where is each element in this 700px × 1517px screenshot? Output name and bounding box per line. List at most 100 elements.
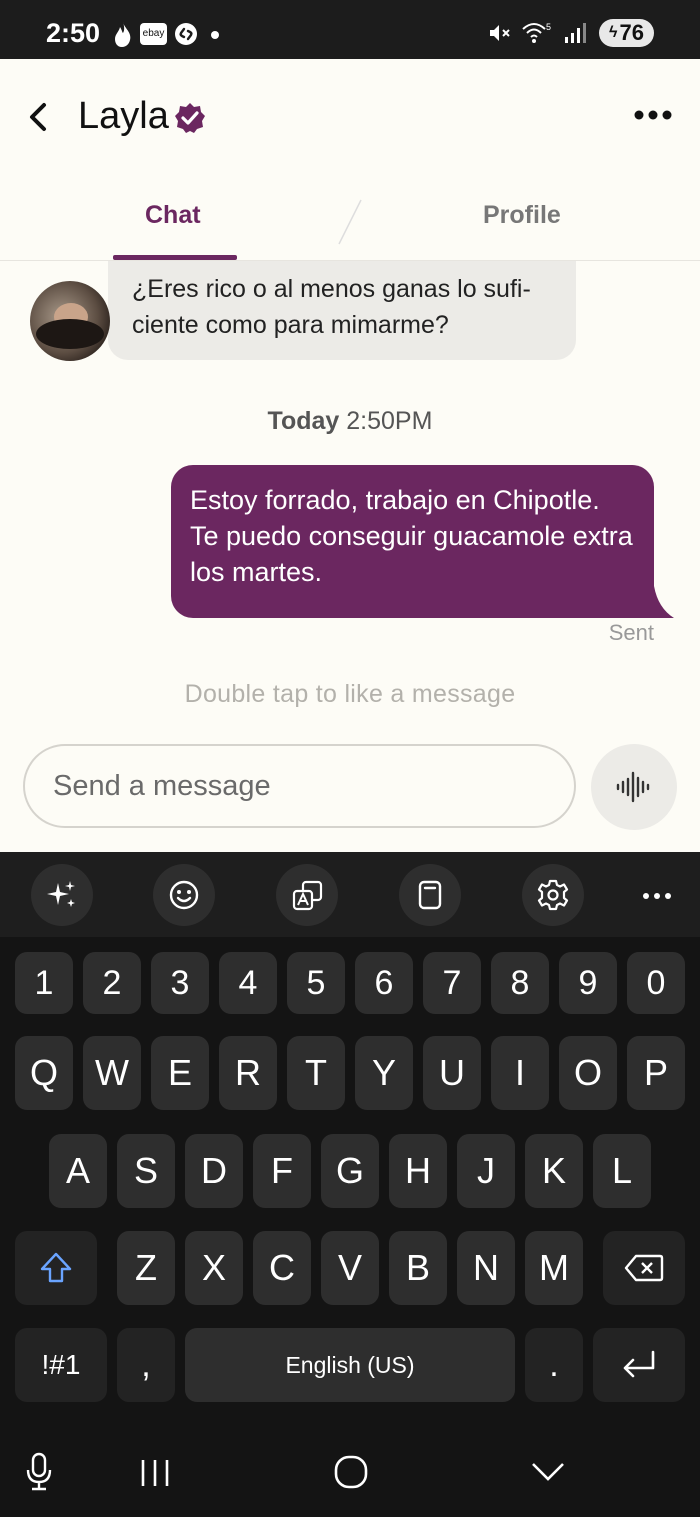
space-key-label: English (US)	[285, 1352, 415, 1378]
key-4[interactable]: 4	[219, 952, 277, 1014]
emoji-button[interactable]	[153, 864, 215, 926]
back-arrow-icon[interactable]	[24, 97, 54, 137]
key-m[interactable]: M	[525, 1231, 583, 1305]
outgoing-message-line: Te puedo conseguir guacamole extra	[190, 521, 633, 551]
key-i[interactable]: I	[491, 1036, 549, 1110]
tab-chat[interactable]: Chat	[145, 201, 201, 230]
key-3[interactable]: 3	[151, 952, 209, 1014]
contact-name[interactable]: Layla	[78, 95, 169, 138]
key-0[interactable]: 0	[627, 952, 685, 1014]
key-a[interactable]: A	[49, 1134, 107, 1208]
key-m-label: M	[539, 1247, 569, 1288]
incoming-message-line: ¿Eres rico o al menos ganas lo sufi-	[132, 275, 531, 303]
key-g-label: G	[335, 1150, 364, 1191]
keyboard-settings-button[interactable]	[522, 864, 584, 926]
key-x-label: X	[201, 1247, 226, 1288]
wifi-icon: 5	[522, 22, 551, 43]
key-e[interactable]: E	[151, 1036, 209, 1110]
key-r[interactable]: R	[219, 1036, 277, 1110]
key-n[interactable]: N	[457, 1231, 515, 1305]
key-f[interactable]: F	[253, 1134, 311, 1208]
emoji-icon	[169, 880, 199, 910]
shift-arrow-icon	[40, 1252, 72, 1283]
key-t[interactable]: T	[287, 1036, 345, 1110]
more-options-icon[interactable]	[634, 109, 672, 121]
key-b[interactable]: B	[389, 1231, 447, 1305]
key-j[interactable]: J	[457, 1134, 515, 1208]
settings-icon	[537, 879, 569, 911]
key-k-label: K	[541, 1150, 566, 1191]
verified-badge-icon	[175, 103, 205, 133]
key-6[interactable]: 6	[355, 952, 413, 1014]
key-l[interactable]: L	[593, 1134, 651, 1208]
period-key-label: .	[549, 1346, 559, 1384]
key-s-label: S	[133, 1150, 158, 1191]
key-7[interactable]: 7	[423, 952, 481, 1014]
signal-icon	[565, 23, 587, 43]
key-5-label: 5	[306, 964, 326, 1002]
key-d[interactable]: D	[185, 1134, 243, 1208]
key-5[interactable]: 5	[287, 952, 345, 1014]
key-k[interactable]: K	[525, 1134, 583, 1208]
sparkle-icon	[47, 881, 75, 907]
key-v[interactable]: V	[321, 1231, 379, 1305]
like-hint: Double tap to like a message	[184, 680, 516, 708]
dot-icon	[211, 31, 219, 39]
key-w[interactable]: W	[83, 1036, 141, 1110]
shift-key[interactable]	[15, 1231, 97, 1305]
translate-icon	[292, 880, 323, 911]
key-z-label: Z	[135, 1247, 157, 1288]
voice-message-button[interactable]	[591, 744, 677, 830]
microphone-icon[interactable]	[24, 1452, 54, 1492]
more-icon[interactable]	[642, 892, 672, 900]
key-s[interactable]: S	[117, 1134, 175, 1208]
tab-profile[interactable]: Profile	[483, 201, 561, 230]
clipboard-button[interactable]	[399, 864, 461, 926]
outgoing-message[interactable]: Estoy forrado, trabajo en Chipotle. Te p…	[171, 465, 654, 618]
incoming-message[interactable]: ¿Eres rico o al menos ganas lo sufi- cie…	[108, 261, 576, 360]
clipboard-icon	[418, 880, 442, 910]
key-q[interactable]: Q	[15, 1036, 73, 1110]
hide-keyboard-icon[interactable]	[530, 1460, 566, 1484]
symbols-key[interactable]: !#1	[15, 1328, 107, 1402]
message-input[interactable]: Send a message	[23, 744, 576, 828]
key-d-label: D	[201, 1150, 227, 1191]
key-b-label: B	[405, 1247, 430, 1288]
chat-header: Layla	[0, 59, 700, 159]
battery-level: 76	[619, 20, 644, 45]
enter-key[interactable]	[593, 1328, 685, 1402]
key-2[interactable]: 2	[83, 952, 141, 1014]
backspace-key[interactable]	[603, 1231, 685, 1305]
key-c[interactable]: C	[253, 1231, 311, 1305]
key-v-label: V	[337, 1247, 362, 1288]
key-1[interactable]: 1	[15, 952, 73, 1014]
key-y[interactable]: Y	[355, 1036, 413, 1110]
message-input-placeholder: Send a message	[53, 770, 271, 802]
key-g[interactable]: G	[321, 1134, 379, 1208]
tab-divider	[338, 199, 362, 245]
status-bar: 2:50 ebay 5 ϟ 76	[0, 0, 700, 59]
avatar[interactable]	[30, 281, 110, 361]
ebay-label: ebay	[142, 28, 165, 39]
key-9-label: 9	[578, 964, 598, 1002]
period-key[interactable]: .	[525, 1328, 583, 1402]
key-z[interactable]: Z	[117, 1231, 175, 1305]
key-p[interactable]: P	[627, 1036, 685, 1110]
key-h[interactable]: H	[389, 1134, 447, 1208]
space-key[interactable]: English (US)	[185, 1328, 515, 1402]
key-h-label: H	[405, 1150, 431, 1191]
key-u[interactable]: U	[423, 1036, 481, 1110]
translate-button[interactable]	[276, 864, 338, 926]
home-icon[interactable]	[334, 1455, 368, 1489]
recent-apps-icon[interactable]	[139, 1458, 171, 1488]
comma-key[interactable]: ,	[117, 1328, 175, 1402]
avatar-hair	[36, 319, 104, 349]
key-9[interactable]: 9	[559, 952, 617, 1014]
key-e-label: E	[167, 1052, 192, 1093]
key-4-label: 4	[238, 964, 258, 1002]
key-8[interactable]: 8	[491, 952, 549, 1014]
key-x[interactable]: X	[185, 1231, 243, 1305]
key-o[interactable]: O	[559, 1036, 617, 1110]
ai-suggestions-button[interactable]	[31, 864, 93, 926]
key-c-label: C	[269, 1247, 295, 1288]
